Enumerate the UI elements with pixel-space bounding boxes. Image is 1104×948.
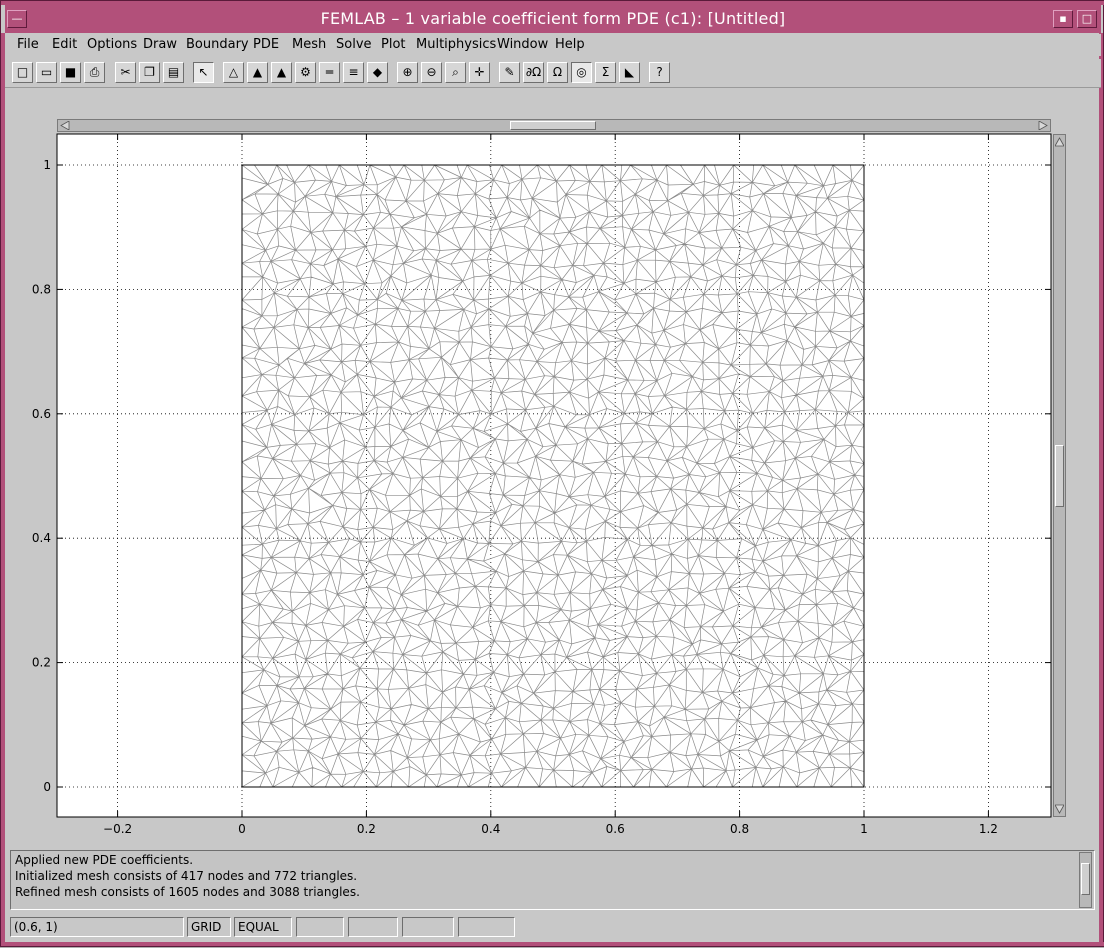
y-tick-label: 1 bbox=[43, 158, 51, 172]
x-tick-label: 1 bbox=[860, 822, 868, 836]
window-frame: — FEMLAB – 1 variable coefficient form P… bbox=[0, 0, 1104, 947]
horizontal-scroll-thumb[interactable] bbox=[510, 121, 596, 130]
mesh-plot[interactable]: −0.2 0 0.2 0.4 0.6 0.8 1 1.2 0 0.2 0.4 0.6 0.8 1 bbox=[1, 1, 1104, 948]
message-scroll-thumb[interactable] bbox=[1081, 863, 1090, 895]
x-tick-label: 1.2 bbox=[979, 822, 998, 836]
x-tick-label: 0.4 bbox=[481, 822, 500, 836]
coordinate-readout: (0.6, 1) bbox=[10, 917, 184, 937]
vertical-scrollbar[interactable] bbox=[1053, 134, 1066, 817]
message-line: Refined mesh consists of 1605 nodes and … bbox=[15, 885, 360, 899]
equal-toggle[interactable]: EQUAL bbox=[234, 917, 292, 937]
message-scrollbar[interactable] bbox=[1079, 852, 1092, 908]
x-tick-label: 0.8 bbox=[730, 822, 749, 836]
status-cell-empty bbox=[348, 917, 398, 937]
plot-axes-box bbox=[56, 133, 1052, 818]
x-tick-label: 0 bbox=[238, 822, 246, 836]
y-tick-label: 0.4 bbox=[32, 531, 51, 545]
y-tick-label: 0 bbox=[43, 780, 51, 794]
y-tick-label: 0.6 bbox=[32, 407, 51, 421]
status-bar: (0.6, 1) GRID EQUAL bbox=[10, 917, 1100, 939]
y-tick-label: 0.2 bbox=[32, 656, 51, 670]
scroll-right-icon[interactable] bbox=[1038, 121, 1048, 130]
status-cell-empty bbox=[402, 917, 454, 937]
message-line: Applied new PDE coefficients. bbox=[15, 853, 194, 867]
status-cell-empty bbox=[458, 917, 515, 937]
scroll-down-icon[interactable] bbox=[1055, 804, 1064, 814]
status-cell-empty bbox=[296, 917, 344, 937]
x-tick-label: −0.2 bbox=[103, 822, 132, 836]
scroll-left-icon[interactable] bbox=[60, 121, 70, 130]
grid-toggle[interactable]: GRID bbox=[187, 917, 231, 937]
y-tick-label: 0.8 bbox=[32, 282, 51, 296]
horizontal-scrollbar[interactable] bbox=[57, 119, 1051, 132]
scroll-up-icon[interactable] bbox=[1055, 137, 1064, 147]
vertical-scroll-thumb[interactable] bbox=[1055, 445, 1064, 507]
message-log[interactable]: Applied new PDE coefficients. Initialize… bbox=[10, 850, 1095, 910]
x-tick-label: 0.2 bbox=[357, 822, 376, 836]
message-line: Initialized mesh consists of 417 nodes a… bbox=[15, 869, 358, 883]
x-tick-label: 0.6 bbox=[606, 822, 625, 836]
